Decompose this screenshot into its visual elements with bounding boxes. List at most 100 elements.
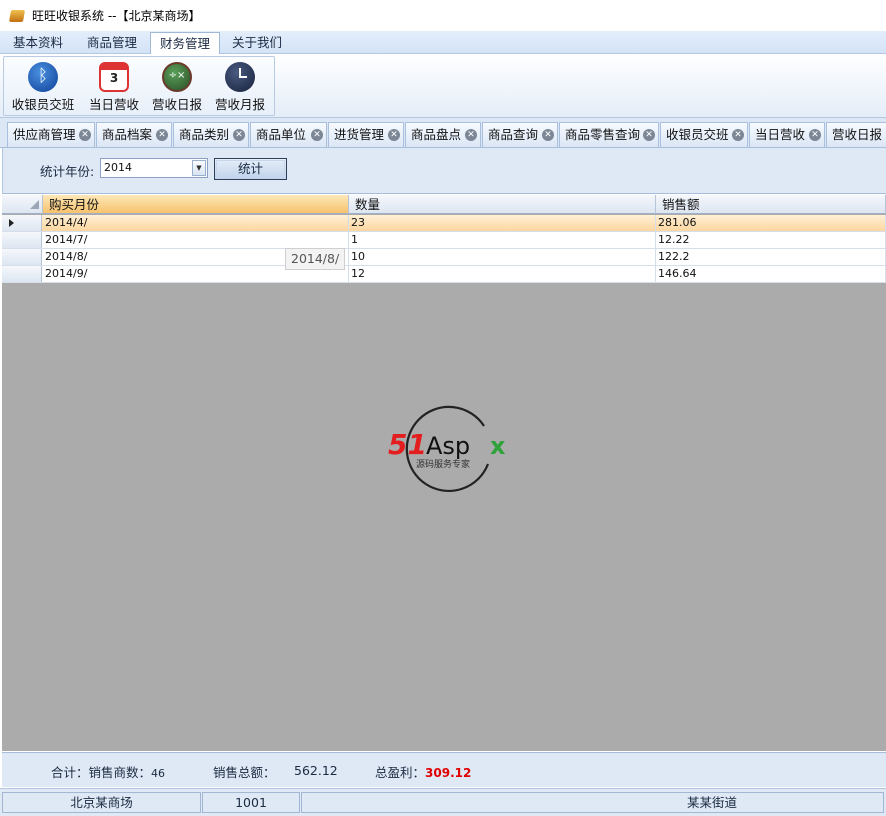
column-header-quantity[interactable]: 数量 — [349, 195, 656, 214]
summary-total-label: 销售总额： — [213, 765, 276, 780]
row-header[interactable] — [2, 215, 42, 231]
year-select[interactable]: 2014 ▼ — [100, 158, 208, 178]
table-row[interactable]: 2014/7/ 1 12.22 — [2, 232, 886, 249]
daily-revenue-button[interactable]: 当日营收 — [82, 61, 146, 115]
watermark-logo: 51 Asp x 源码服务专家 — [388, 405, 506, 492]
tab-label: 供应商管理 — [13, 127, 76, 142]
ribbon-group-finance: 收银员交班 当日营收 营收日报 营收月报 — [3, 56, 275, 116]
table-row[interactable]: 2014/9/ 12 146.64 — [2, 266, 886, 283]
tab-retail-query[interactable]: 商品零售查询 ✕ — [559, 122, 659, 147]
status-code: 1001 — [202, 792, 300, 813]
cell-quantity: 1 — [349, 232, 656, 248]
chevron-down-icon[interactable]: ▼ — [192, 160, 206, 176]
close-icon[interactable]: ✕ — [233, 129, 245, 141]
column-header-sales[interactable]: 销售额 — [656, 195, 886, 214]
title-bar: 旺旺收银系统 --【北京某商场】 — [0, 0, 886, 31]
row-header[interactable] — [2, 249, 42, 265]
logo-tagline: 源码服务专家 — [416, 458, 470, 470]
cell-month: 2014/7/ — [43, 232, 349, 248]
statistics-button[interactable]: 统计 — [214, 158, 287, 180]
table-row[interactable]: 2014/4/ 23 281.06 — [2, 215, 886, 232]
daily-revenue-label: 当日营收 — [88, 97, 139, 112]
tab-label: 商品类别 — [179, 127, 230, 142]
table-row[interactable]: 2014/8/ 10 122.2 — [2, 249, 886, 266]
close-icon[interactable]: ✕ — [542, 129, 554, 141]
tab-daily-revenue[interactable]: 当日营收 ✕ — [749, 122, 825, 147]
tab-label: 营收日报 — [832, 127, 883, 142]
revenue-monthly-report-label: 营收月报 — [214, 97, 265, 112]
tab-cashier-handover[interactable]: 收银员交班 ✕ — [660, 122, 748, 147]
tab-product-query[interactable]: 商品查询 ✕ — [482, 122, 558, 147]
summary-total-value: 562.12 — [294, 763, 338, 778]
select-all-corner[interactable] — [2, 195, 43, 214]
cell-quantity: 12 — [349, 266, 656, 282]
year-value: 2014 — [104, 161, 132, 174]
summary-items: 合计：销售商数：46 — [51, 762, 165, 781]
tab-label: 当日营收 — [755, 127, 806, 142]
tab-label: 商品查询 — [488, 127, 539, 142]
cell-sales: 122.2 — [656, 249, 886, 265]
cell-quantity: 23 — [349, 215, 656, 231]
menu-basic-data[interactable]: 基本资料 — [4, 32, 72, 54]
tab-supplier-management[interactable]: 供应商管理 ✕ — [7, 122, 95, 147]
close-icon[interactable]: ✕ — [732, 129, 744, 141]
menu-about-us[interactable]: 关于我们 — [223, 32, 291, 54]
summary-profit: 总盈利：309.12 — [375, 762, 471, 781]
window-title: 旺旺收银系统 --【北京某商场】 — [32, 9, 201, 23]
calendar-icon — [99, 62, 129, 92]
cell-sales: 281.06 — [656, 215, 886, 231]
logo-aspx: Asp — [426, 432, 470, 460]
document-tab-strip: 供应商管理 ✕ 商品档案 ✕ 商品类别 ✕ 商品单位 ✕ 进货管理 ✕ 商品盘点 ✕ 商品查… — [0, 118, 886, 148]
summary-profit-value: 309.12 — [425, 766, 472, 780]
tab-inventory-count[interactable]: 商品盘点 ✕ — [405, 122, 481, 147]
tab-label: 商品单位 — [256, 127, 307, 142]
menu-bar: 基本资料 商品管理 财务管理 关于我们 — [0, 31, 886, 54]
status-store: 北京某商场 — [2, 792, 201, 813]
revenue-daily-report-label: 营收日报 — [151, 97, 202, 112]
cell-tooltip: 2014/8/ — [285, 248, 346, 270]
status-address: 某某街道 — [301, 792, 884, 813]
menu-finance-management[interactable]: 财务管理 — [150, 32, 221, 54]
cell-month: 2014/4/ — [43, 215, 349, 231]
status-bar: 北京某商场 1001 某某街道 — [0, 788, 886, 816]
tab-label: 收银员交班 — [666, 127, 729, 142]
filter-bar: 统计年份: 2014 ▼ 统计 — [2, 148, 886, 194]
tab-label: 进货管理 — [334, 127, 385, 142]
menu-product-management[interactable]: 商品管理 — [78, 32, 146, 54]
tab-product-archive[interactable]: 商品档案 ✕ — [96, 122, 172, 147]
logo-51: 51 — [388, 428, 427, 461]
clock-icon — [225, 62, 255, 92]
app-icon — [8, 9, 26, 22]
cell-sales: 146.64 — [656, 266, 886, 282]
close-icon[interactable]: ✕ — [79, 129, 91, 141]
cashier-handover-button[interactable]: 收银员交班 — [11, 61, 75, 115]
tab-product-unit[interactable]: 商品单位 ✕ — [250, 122, 327, 147]
close-icon[interactable]: ✕ — [809, 129, 821, 141]
data-grid: 购买月份 数量 销售额 2014/4/ 23 281.06 2014/7/ 1 … — [2, 195, 886, 751]
tab-label: 商品零售查询 — [565, 127, 641, 142]
column-header-month[interactable]: 购买月份 — [43, 195, 349, 214]
ribbon: 收银员交班 当日营收 营收日报 营收月报 — [0, 54, 886, 118]
row-header[interactable] — [2, 266, 42, 282]
logo-x: x — [490, 432, 506, 460]
tab-purchase-management[interactable]: 进货管理 ✕ — [328, 122, 404, 147]
bluetooth-icon — [28, 62, 58, 92]
close-icon[interactable]: ✕ — [465, 129, 477, 141]
calculator-icon — [162, 62, 192, 92]
close-icon[interactable]: ✕ — [388, 129, 400, 141]
close-icon[interactable]: ✕ — [311, 129, 323, 141]
cashier-handover-label: 收银员交班 — [11, 97, 75, 112]
close-icon[interactable]: ✕ — [643, 129, 655, 141]
summary-items-label: 合计：销售商数： — [51, 765, 152, 780]
revenue-monthly-report-button[interactable]: 营收月报 — [208, 61, 272, 115]
row-header[interactable] — [2, 232, 42, 248]
revenue-daily-report-button[interactable]: 营收日报 — [145, 61, 209, 115]
close-icon[interactable]: ✕ — [156, 129, 168, 141]
year-label: 统计年份: — [40, 164, 95, 179]
summary-bar: 合计：销售商数：46 销售总额： 562.12 总盈利：309.12 — [2, 752, 886, 787]
tab-revenue-daily-report[interactable]: 营收日报 — [826, 122, 886, 147]
tab-label: 商品盘点 — [411, 127, 462, 142]
summary-items-value: 46 — [151, 767, 166, 780]
tab-product-category[interactable]: 商品类别 ✕ — [173, 122, 249, 147]
summary-profit-label: 总盈利： — [375, 765, 426, 780]
